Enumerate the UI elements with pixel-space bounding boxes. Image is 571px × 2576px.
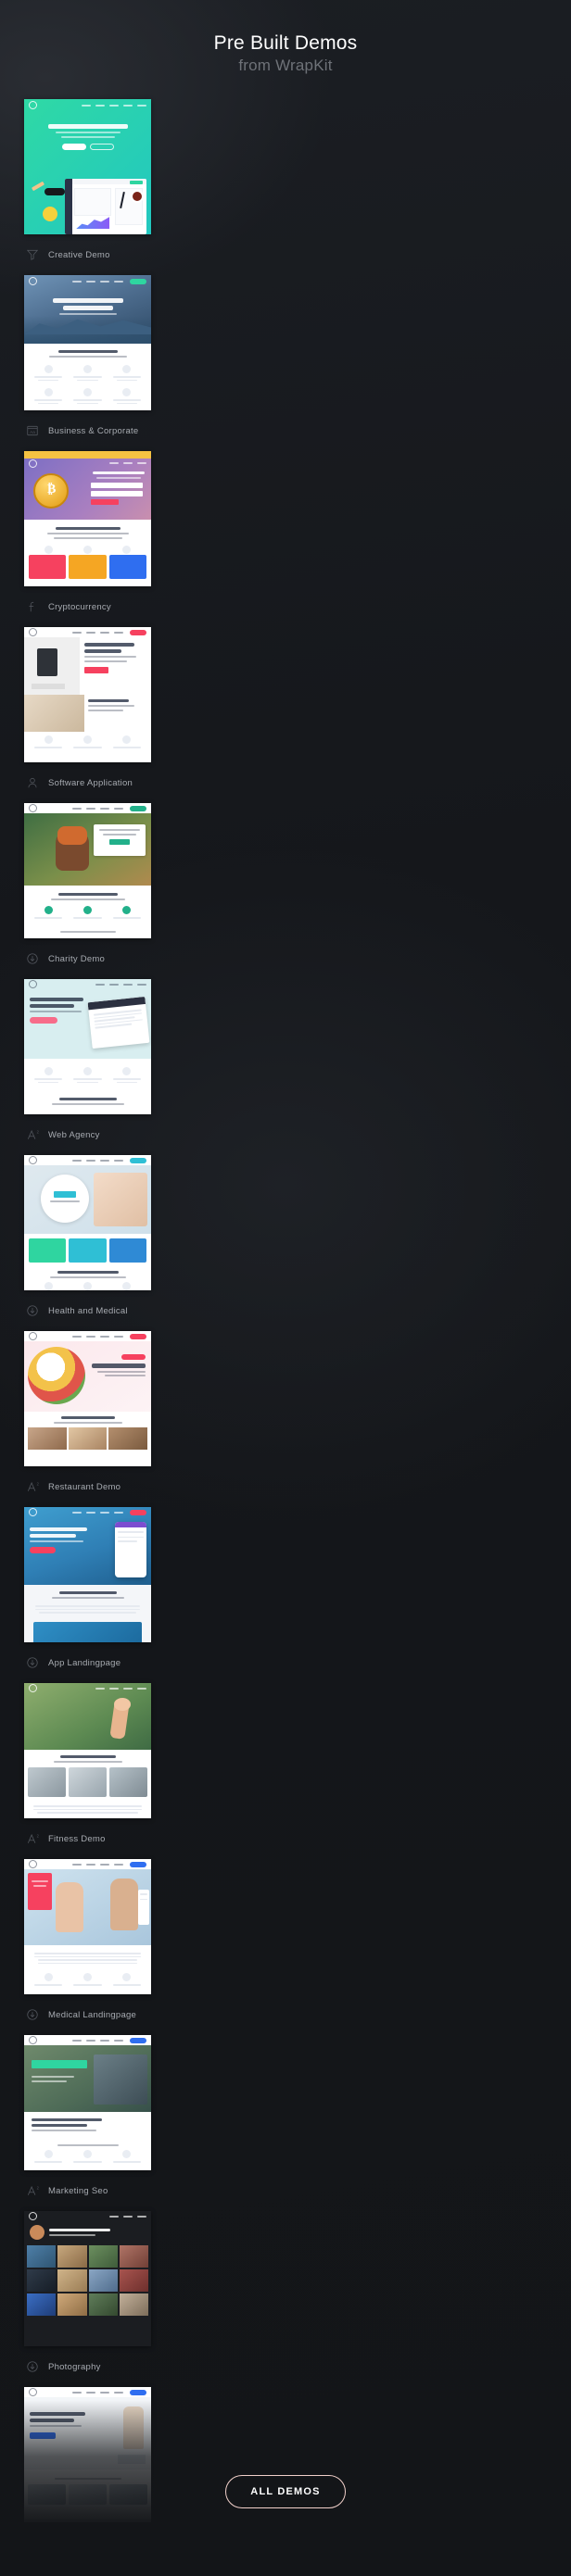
page-header: Pre Built Demos from WrapKit — [0, 0, 571, 75]
demo-card[interactable]: Creative Demo — [17, 99, 286, 275]
demo-caption: 2 Restaurant Demo — [24, 1466, 278, 1507]
demo-thumbnail-charity[interactable] — [24, 803, 151, 939]
demos-showcase-page: Pre Built Demos from WrapKit Creative De… — [0, 0, 571, 2576]
demo-label: Creative Demo — [48, 249, 110, 260]
demo-card[interactable] — [17, 2563, 286, 2576]
demo-thumbnail-webagency[interactable] — [24, 979, 151, 1115]
demo-card[interactable]: Medical Landingpage — [17, 1859, 286, 2035]
demo-label: Software Application — [48, 777, 133, 788]
all-demos-button[interactable]: ALL DEMOS — [225, 2475, 346, 2508]
demo-caption: Aa Business & Corporate — [24, 410, 278, 451]
a-superscript-icon: 2 — [25, 1831, 40, 1846]
demo-label: Accounting Demo — [48, 2537, 121, 2548]
demo-thumbnail-marketing[interactable] — [24, 2035, 151, 2171]
demo-card[interactable]: 2 Restaurant Demo — [17, 1331, 286, 1507]
demo-grid: Creative Demo Aa Business & Corporate ₿ … — [17, 75, 554, 2576]
demo-thumbnail-crypto[interactable]: ₿ — [24, 451, 151, 587]
demo-card[interactable]: 2 Marketing Seo — [17, 2035, 286, 2211]
demo-label: Photography — [48, 2361, 101, 2372]
demo-thumbnail-health[interactable] — [24, 1155, 151, 1291]
demo-label: Charity Demo — [48, 953, 106, 964]
a-superscript-icon: 2 — [25, 1127, 40, 1142]
demo-card[interactable]: Charity Demo — [17, 803, 286, 979]
demo-card[interactable]: 2 Web Agency — [17, 979, 286, 1155]
demo-caption: Software Application — [24, 762, 278, 803]
demo-card[interactable]: App Landingpage — [17, 1507, 286, 1683]
demo-label: Medical Landingpage — [48, 2009, 137, 2020]
demo-caption: 2 Marketing Seo — [24, 2170, 278, 2211]
demo-thumbnail-medical[interactable] — [24, 1859, 151, 1995]
demo-label: Business & Corporate — [48, 425, 139, 436]
a-superscript-icon: 2 — [25, 2183, 40, 2198]
demo-thumbnail-restaurant[interactable] — [24, 1331, 151, 1467]
a-superscript-icon: 2 — [25, 1479, 40, 1494]
demo-label: Restaurant Demo — [48, 1481, 121, 1492]
download-circle-icon — [25, 2007, 40, 2022]
browser-aa-icon: Aa — [25, 423, 40, 438]
demo-thumbnail-software[interactable] — [24, 627, 151, 763]
demo-card[interactable]: Photography — [17, 2211, 286, 2387]
demo-thumbnail-app[interactable] — [24, 1507, 151, 1643]
demo-card[interactable]: Software Application — [17, 627, 286, 803]
demo-caption: 2 Web Agency — [24, 1114, 278, 1155]
demo-label: Cryptocurrency — [48, 601, 111, 612]
download-circle-icon — [25, 2359, 40, 2374]
demo-card[interactable]: ₿ Cryptocurrency — [17, 451, 286, 627]
f-script-icon — [25, 599, 40, 614]
a-superscript-icon: 2 — [25, 2535, 40, 2550]
demo-caption: 2 Accounting Demo — [24, 2522, 278, 2563]
demo-caption: App Landingpage — [24, 1642, 278, 1683]
demo-thumbnail-partial-left[interactable] — [24, 2563, 151, 2576]
demo-thumbnail-fitness[interactable] — [24, 1683, 151, 1819]
svg-text:2: 2 — [37, 1833, 39, 1838]
demo-label: Health and Medical — [48, 1305, 128, 1316]
demo-thumbnail-business[interactable] — [24, 275, 151, 411]
demo-thumbnail-creative[interactable] — [24, 99, 151, 235]
demo-thumbnail-photography[interactable] — [24, 2211, 151, 2347]
demo-caption: 2 Fitness Demo — [24, 1818, 278, 1859]
page-subtitle: from WrapKit — [238, 57, 333, 75]
page-title: Pre Built Demos — [213, 32, 358, 54]
demo-label: Marketing Seo — [48, 2185, 108, 2196]
download-circle-icon — [25, 951, 40, 966]
demo-card[interactable]: Health and Medical — [17, 1155, 286, 1331]
demo-card[interactable]: 2 Fitness Demo — [17, 1683, 286, 1859]
download-circle-icon — [25, 1303, 40, 1318]
demo-caption: Photography — [24, 2346, 278, 2387]
svg-text:2: 2 — [37, 1481, 39, 1486]
demo-label: App Landingpage — [48, 1657, 121, 1668]
svg-text:Aa: Aa — [30, 430, 35, 434]
svg-text:2: 2 — [37, 2185, 39, 2190]
demo-caption: Cryptocurrency — [24, 586, 278, 627]
all-demos-button-wrapper: ALL DEMOS — [0, 2475, 571, 2508]
demo-caption: Charity Demo — [24, 938, 278, 979]
funnel-icon — [25, 247, 40, 262]
download-circle-icon — [25, 1655, 40, 1670]
user-icon — [25, 775, 40, 790]
demo-label: Web Agency — [48, 1129, 100, 1140]
demo-caption: Medical Landingpage — [24, 1994, 278, 2035]
demo-card[interactable]: Aa Business & Corporate — [17, 275, 286, 451]
demo-caption: Creative Demo — [24, 234, 278, 275]
svg-text:2: 2 — [37, 2537, 39, 2542]
demo-caption: Health and Medical — [24, 1290, 278, 1331]
svg-text:2: 2 — [37, 1129, 39, 1134]
demo-label: Fitness Demo — [48, 1833, 106, 1844]
